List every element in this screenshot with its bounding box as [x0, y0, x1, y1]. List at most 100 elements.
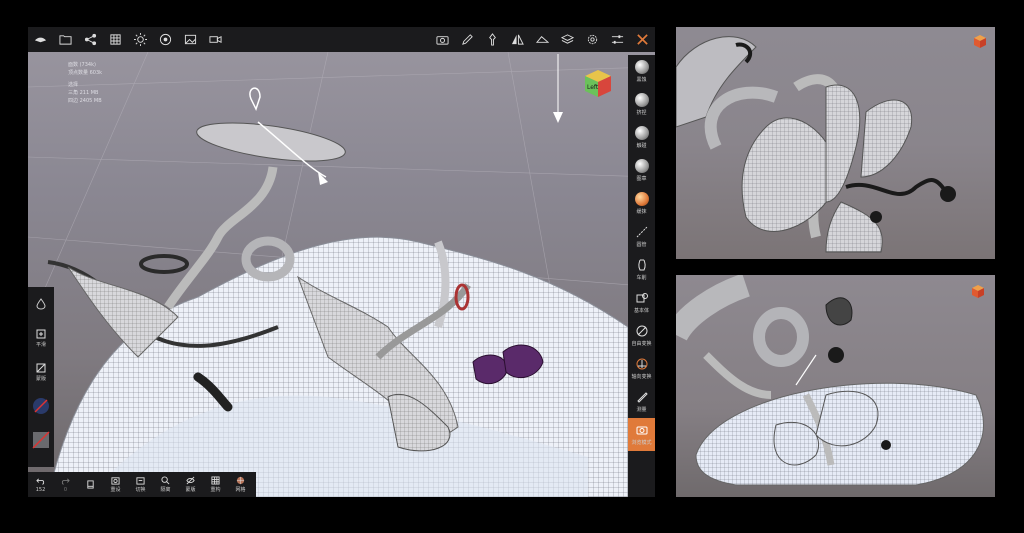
mesh-icon: [236, 476, 245, 485]
stat-line: 面数 (734k): [68, 62, 96, 68]
reference-view-bottom[interactable]: [676, 275, 995, 497]
tool-label: 蒙版: [35, 375, 46, 382]
tool-label: 车削: [636, 275, 647, 281]
share-icon[interactable]: [78, 27, 103, 52]
device-button[interactable]: [78, 472, 103, 497]
tool-item[interactable]: 平滑: [28, 321, 54, 355]
camera-icon: [635, 423, 649, 437]
stat-line: 四边 2405 MB: [68, 98, 102, 104]
sphere-icon: [634, 60, 649, 74]
tool-label: 圆管: [636, 242, 647, 248]
sphere-icon: [634, 192, 649, 206]
tool-label: 平滑: [35, 341, 46, 348]
undo-icon: [36, 477, 45, 485]
layers-icon[interactable]: [555, 27, 580, 52]
tool-item[interactable]: 触碰: [628, 121, 655, 154]
tool-item-active[interactable]: 缓抹: [628, 187, 655, 220]
tools-icon[interactable]: [630, 27, 655, 52]
switch-button[interactable]: 切换: [128, 472, 153, 497]
disabled-icon: [33, 398, 49, 414]
smooth-icon: [36, 329, 46, 338]
camera-icon[interactable]: [430, 27, 455, 52]
tool-item[interactable]: 蒙版: [28, 355, 54, 389]
mini-view-cube-icon[interactable]: [972, 33, 988, 49]
symmetry-icon[interactable]: [505, 27, 530, 52]
pen-icon[interactable]: [455, 27, 480, 52]
remesh-button[interactable]: 重构: [203, 472, 228, 497]
mini-view-cube-icon[interactable]: [970, 283, 986, 299]
reference-scene-bottom: [676, 275, 984, 486]
ruler-icon: [635, 390, 649, 404]
main-viewport[interactable]: 面数 (734k) 顶点数量 603k 选择 三角 211 MB 四边 2405…: [28, 27, 655, 497]
reset-icon: [111, 477, 120, 485]
tool-item[interactable]: [28, 423, 54, 457]
stats-overlay: 面数 (734k) 顶点数量 603k 选择 三角 211 MB 四边 2405…: [68, 61, 102, 105]
tool-item[interactable]: 自由变换: [628, 319, 655, 352]
folder-icon[interactable]: [53, 27, 78, 52]
tool-item[interactable]: 测量: [628, 385, 655, 418]
reference-scene-top: [676, 36, 956, 253]
undo-count: 152: [35, 486, 46, 493]
tool-item[interactable]: 黑蚀: [628, 55, 655, 88]
tool-label: 重构: [210, 487, 221, 493]
mask-visibility-button[interactable]: 蒙版: [178, 472, 203, 497]
tool-item[interactable]: 基本体: [628, 286, 655, 319]
video-icon[interactable]: [203, 27, 228, 52]
stat-line: 顶点数量 603k: [68, 70, 103, 76]
sun-icon[interactable]: [128, 27, 153, 52]
redo-count: 0: [63, 486, 68, 493]
tool-label: 浏览模式: [631, 440, 652, 446]
tool-label: 图章: [636, 176, 647, 182]
grid-icon[interactable]: [103, 27, 128, 52]
axis-icon: [635, 357, 649, 371]
sculpt-scene[interactable]: [28, 27, 655, 497]
lathe-icon: [635, 258, 649, 272]
phone-icon: [87, 480, 94, 489]
tool-label: 自由变换: [631, 341, 652, 347]
view-cube[interactable]: Left: [581, 66, 615, 100]
tool-item[interactable]: [28, 287, 54, 321]
left-toolbar: 平滑 蒙版: [28, 287, 54, 467]
tool-item[interactable]: [28, 389, 54, 423]
tool-item-active[interactable]: 浏览模式: [628, 418, 655, 451]
logo-icon[interactable]: [28, 27, 53, 52]
bottom-toolbar: 152 0 重设 切换 隔离 蒙版 重构 网格: [28, 472, 256, 497]
settings-icon[interactable]: [580, 27, 605, 52]
sphere-icon: [634, 126, 649, 140]
drop-icon: [36, 298, 46, 310]
tool-label: 基本体: [633, 308, 649, 314]
tool-label: 黑蚀: [636, 77, 647, 83]
isolate-button[interactable]: 隔离: [153, 472, 178, 497]
primitive-icon: [635, 291, 649, 305]
mesh-button[interactable]: 网格: [228, 472, 253, 497]
stat-line: 选择: [68, 82, 79, 88]
tube-icon: [635, 225, 649, 239]
image-icon[interactable]: [178, 27, 203, 52]
redo-icon: [61, 477, 70, 485]
mask-icon: [36, 363, 46, 372]
tool-label: 测量: [636, 407, 647, 413]
tool-item[interactable]: 图章: [628, 154, 655, 187]
tool-item[interactable]: 圆管: [628, 220, 655, 253]
pin-icon[interactable]: [480, 27, 505, 52]
color-swatch-icon: [32, 431, 50, 449]
tool-item[interactable]: 轴向变换: [628, 352, 655, 385]
tool-label: 切换: [135, 487, 146, 493]
reset-button[interactable]: 重设: [103, 472, 128, 497]
stat-line: 三角 211 MB: [68, 90, 99, 96]
top-toolbar: [28, 27, 655, 52]
pin-marker-icon: [249, 87, 261, 111]
redo-button[interactable]: 0: [53, 472, 78, 497]
undo-button[interactable]: 152: [28, 472, 53, 497]
tool-label: 重设: [110, 487, 121, 493]
sliders-icon[interactable]: [605, 27, 630, 52]
capsule-object: [196, 122, 346, 162]
tool-item[interactable]: 挤捏: [628, 88, 655, 121]
tool-label: 缓抹: [636, 209, 647, 215]
materials-icon[interactable]: [153, 27, 178, 52]
isolate-icon: [161, 476, 170, 485]
tool-item[interactable]: 车削: [628, 253, 655, 286]
eraser-icon[interactable]: [530, 27, 555, 52]
reference-view-top[interactable]: [676, 27, 995, 259]
tool-label: 隔离: [160, 487, 171, 493]
